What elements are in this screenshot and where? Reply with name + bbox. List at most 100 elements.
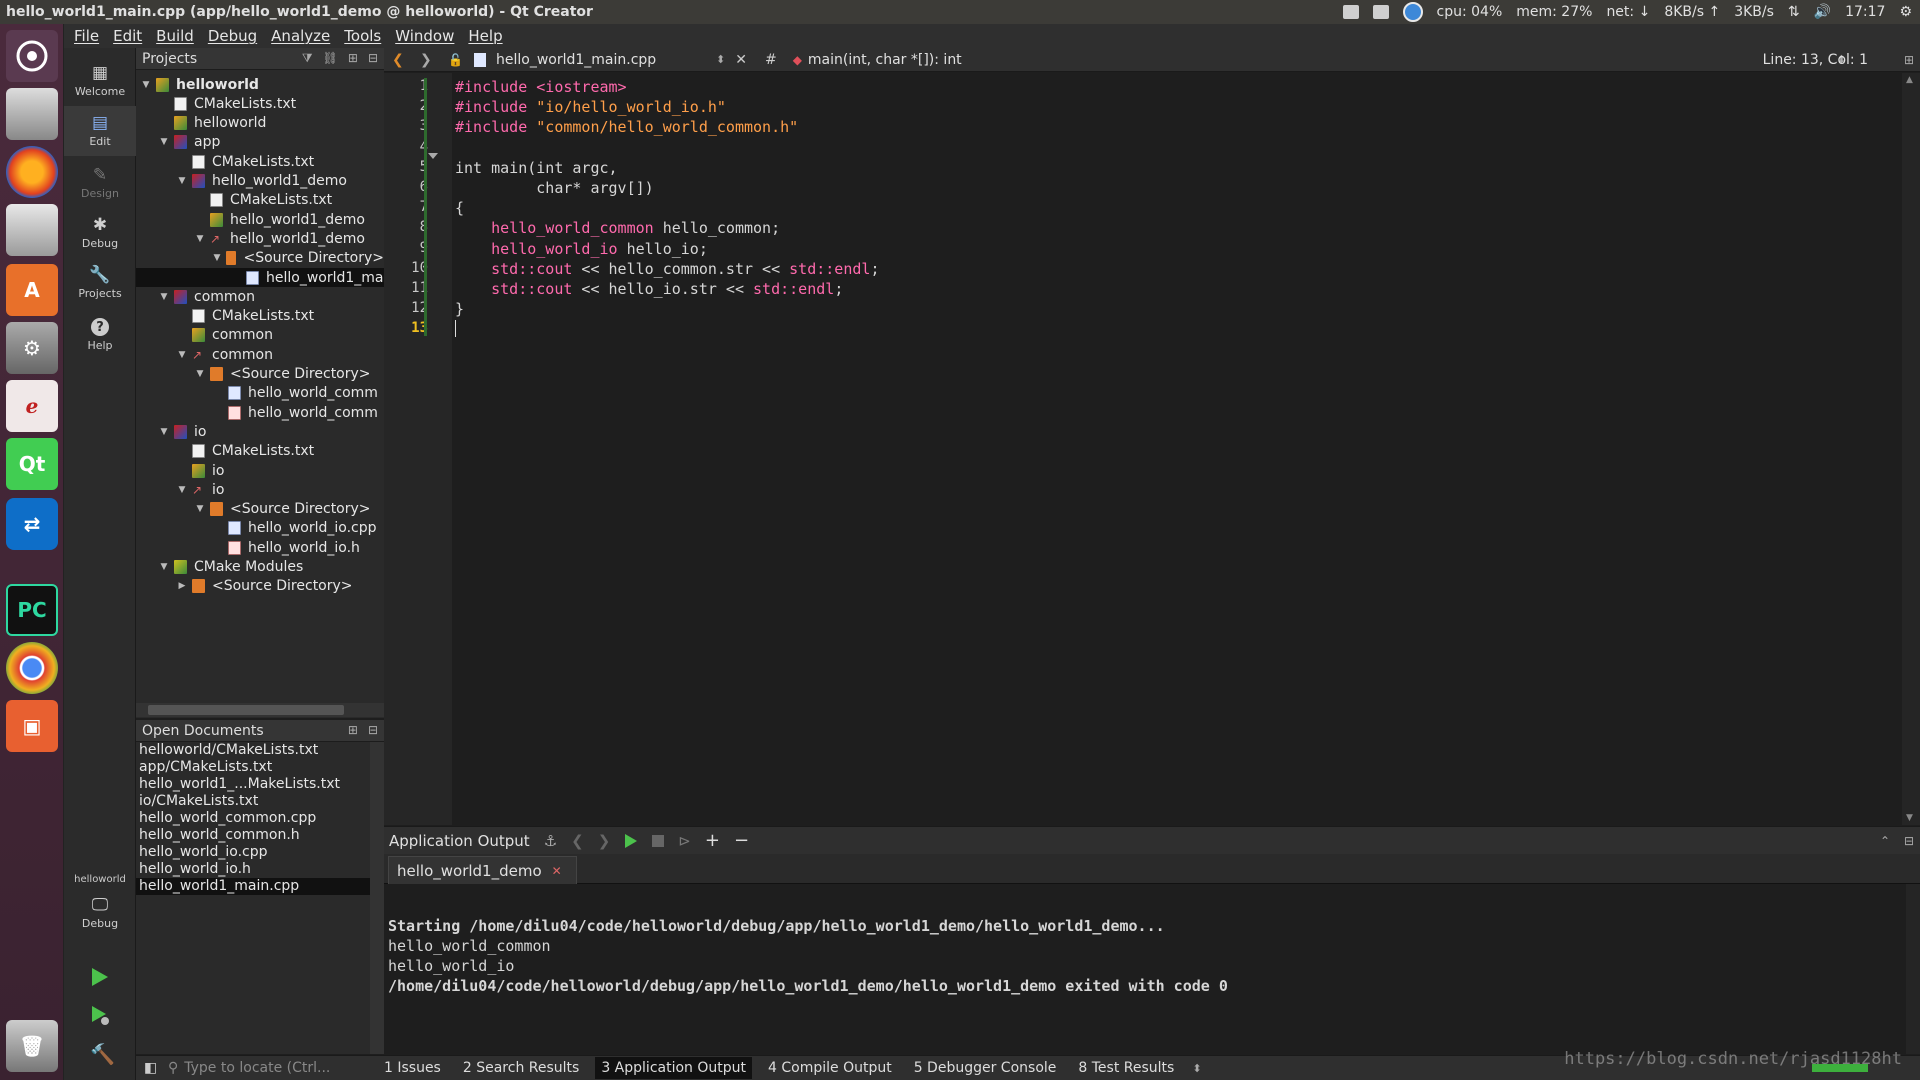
toggle-sidebar-icon[interactable]: ◧ xyxy=(144,1060,157,1076)
next-icon[interactable]: ❯ xyxy=(598,832,611,850)
code-line[interactable]: } xyxy=(455,300,464,320)
close-document-icon[interactable]: ✕ xyxy=(735,52,747,68)
split-icon[interactable]: ⊞ xyxy=(348,723,358,737)
tree-item[interactable]: hello_world1_demo xyxy=(136,210,384,229)
start-debugging-button[interactable] xyxy=(90,1004,110,1026)
open-document-item[interactable]: helloworld/CMakeLists.txt xyxy=(136,742,384,759)
status-tab[interactable]: 5 Debugger Console xyxy=(908,1057,1063,1079)
tree-item[interactable]: ▼ hello_world1_demo xyxy=(136,172,384,191)
menu-edit[interactable]: Edit xyxy=(113,27,142,45)
code-line[interactable]: { xyxy=(455,199,464,219)
horizontal-scrollbar[interactable] xyxy=(136,703,384,717)
cursor-position[interactable]: Line: 13, Col: 1 xyxy=(1763,52,1868,68)
expand-arrow-icon[interactable]: ▼ xyxy=(158,562,170,572)
expand-arrow-icon[interactable]: ▼ xyxy=(176,176,188,186)
locator-input[interactable]: ⚲ Type to locate (Ctrl... xyxy=(168,1057,368,1079)
open-documents-title[interactable]: Open Documents xyxy=(142,723,264,739)
close-pane-icon[interactable]: ⊟ xyxy=(1904,834,1914,848)
expand-arrow-icon[interactable]: ▼ xyxy=(158,292,170,302)
expand-arrow-icon[interactable]: ▼ xyxy=(194,369,206,379)
menu-window[interactable]: Window xyxy=(395,27,454,45)
network-icon[interactable]: ⇅ xyxy=(1788,4,1800,20)
tree-item[interactable]: CMakeLists.txt xyxy=(136,442,384,461)
tree-item[interactable]: ▼ <Source Directory> xyxy=(136,365,384,384)
menu-file[interactable]: File xyxy=(74,27,99,45)
system-settings-icon[interactable]: ⚙ xyxy=(6,322,58,374)
tree-item[interactable]: ▼ <Source Directory> xyxy=(136,249,384,268)
pycharm-icon[interactable]: PC xyxy=(6,584,58,636)
application-output[interactable]: Starting /home/dilu04/code/helloworld/de… xyxy=(384,884,1920,1054)
input-method-icon[interactable] xyxy=(1372,5,1389,19)
tree-item[interactable]: CMakeLists.txt xyxy=(136,152,384,171)
tree-item[interactable]: hello_world1_ma xyxy=(136,268,384,287)
output-tab-hello-world1-demo[interactable]: hello_world1_demo ✕ xyxy=(388,856,577,884)
tree-item[interactable]: ▼ io xyxy=(136,422,384,441)
tree-item[interactable]: ▼ helloworld xyxy=(136,75,384,94)
tree-item[interactable]: hello_world_io.cpp xyxy=(136,519,384,538)
code-line[interactable]: std::cout << hello_io.str << std::endl; xyxy=(455,280,843,300)
menu-analyze[interactable]: Analyze xyxy=(271,27,330,45)
firefox-icon[interactable] xyxy=(6,146,58,198)
mode-debug[interactable]: ✱ Debug xyxy=(64,208,136,258)
open-document-item[interactable]: hello_world1_main.cpp xyxy=(136,878,384,895)
mode-edit[interactable]: ▤ Edit xyxy=(64,106,136,156)
output-scrollbar[interactable] xyxy=(1906,884,1920,1054)
expand-arrow-icon[interactable]: ▼ xyxy=(158,137,170,147)
open-document-item[interactable]: hello_world_io.h xyxy=(136,861,384,878)
settings-gear-icon[interactable]: ⚙ xyxy=(1899,4,1912,20)
open-document-item[interactable]: hello_world_common.h xyxy=(136,827,384,844)
volume-icon[interactable]: 🔊 xyxy=(1814,4,1831,20)
menu-help[interactable]: Help xyxy=(468,27,502,45)
document-selector[interactable]: hello_world1_main.cpp xyxy=(496,52,716,68)
chevron-updown-icon[interactable]: ⬍ xyxy=(716,53,725,66)
link-icon[interactable]: ⛓ xyxy=(323,51,338,66)
menu-build[interactable]: Build xyxy=(156,27,194,45)
status-tab[interactable]: 1 Issues xyxy=(378,1057,447,1079)
expand-arrow-icon[interactable]: ▼ xyxy=(176,485,188,495)
tree-item[interactable]: hello_world_comm xyxy=(136,403,384,422)
projects-panel-title[interactable]: Projects xyxy=(142,51,197,67)
tree-item[interactable]: ▼ app xyxy=(136,133,384,152)
keyboard-icon[interactable] xyxy=(1342,5,1359,19)
kit-selector[interactable]: 🖵 Debug xyxy=(64,888,136,938)
tree-item[interactable]: ▼ <Source Directory> xyxy=(136,500,384,519)
build-hammer-icon[interactable]: 🔨 xyxy=(90,1042,115,1066)
tree-item[interactable]: CMakeLists.txt xyxy=(136,307,384,326)
status-tab[interactable]: 8 Test Results xyxy=(1072,1057,1180,1079)
teamviewer-tray-icon[interactable] xyxy=(1402,2,1423,22)
editor-scrollbar[interactable]: ▲ ▼ xyxy=(1902,73,1920,825)
expand-arrow-icon[interactable]: ▼ xyxy=(176,350,188,360)
files-icon[interactable] xyxy=(6,88,58,140)
software-center-icon[interactable]: A xyxy=(6,264,58,316)
collapse-arrow-icon[interactable]: ▶ xyxy=(176,581,188,591)
code-line[interactable]: #include <iostream> xyxy=(455,78,627,98)
attach-icon[interactable]: ⚓ xyxy=(544,832,557,850)
zoom-in-icon[interactable]: + xyxy=(705,830,720,851)
tree-item[interactable]: io xyxy=(136,461,384,480)
tree-item[interactable]: common xyxy=(136,326,384,345)
mode-welcome[interactable]: ▦ Welcome xyxy=(64,56,136,106)
code-line[interactable]: hello_world_common hello_common; xyxy=(455,219,780,239)
open-document-item[interactable]: hello_world_common.cpp xyxy=(136,810,384,827)
status-tab[interactable]: 4 Compile Output xyxy=(762,1057,898,1079)
menu-tools[interactable]: Tools xyxy=(344,27,381,45)
tree-item[interactable]: ▼ ↗ io xyxy=(136,480,384,499)
vertical-scrollbar[interactable] xyxy=(370,742,384,1054)
code-line[interactable]: char* argv[]) xyxy=(455,179,653,199)
code-line[interactable]: hello_world_io hello_io; xyxy=(455,240,708,260)
mode-help[interactable]: ? Help xyxy=(64,310,136,360)
close-tab-icon[interactable]: ✕ xyxy=(552,864,562,878)
status-tab[interactable]: 3 Application Output xyxy=(595,1057,752,1079)
tree-item[interactable]: ▼ ↗ hello_world1_demo xyxy=(136,229,384,248)
code-line[interactable]: #include "io/hello_world_io.h" xyxy=(455,98,726,118)
zoom-out-icon[interactable]: − xyxy=(734,830,749,851)
document-viewer-icon[interactable]: ℯ xyxy=(6,380,58,432)
run-button[interactable] xyxy=(90,966,110,988)
split-editor-icon[interactable]: ⊞ xyxy=(1904,53,1914,67)
drive-icon[interactable] xyxy=(6,204,58,256)
tree-item[interactable]: helloworld xyxy=(136,114,384,133)
split-icon[interactable]: ⊞ xyxy=(348,51,358,66)
back-arrow-icon[interactable]: ❮ xyxy=(392,52,412,68)
tree-item[interactable]: hello_world_io.h xyxy=(136,538,384,557)
tree-item[interactable]: ▼ common xyxy=(136,287,384,306)
